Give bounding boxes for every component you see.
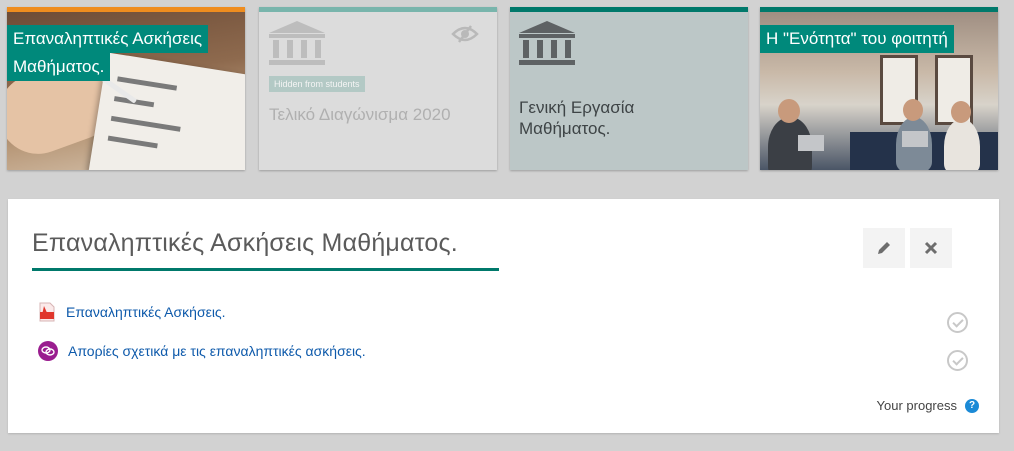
close-button[interactable] [910,228,952,268]
activity-row: Απορίες σχετικά με τις επαναληπτικές ασκ… [38,341,366,361]
section-panel: Επαναληπτικές Ασκήσεις Μαθήματος. Επαναλ… [8,199,999,433]
tile-topbar [760,7,998,12]
tile-title: Η "Ενότητα" του φοιτητή [760,25,954,53]
help-icon[interactable]: ? [965,398,979,413]
section-tile-1[interactable]: Επαναληπτικές Ασκήσεις Μαθήματος. [7,7,245,170]
hidden-badge: Hidden from students [269,76,365,92]
tile-photo-head [951,101,971,123]
tile-title-line-1: Επαναληπτικές Ασκήσεις [7,25,209,53]
section-tile-3[interactable]: Γενική Εργασία Μαθήματος. [510,7,748,170]
tile-photo-laptop [798,135,824,151]
tile-title-line-2: Μαθήματος. [7,53,111,81]
progress-label: Your progress [876,398,957,413]
tile-photo-person [944,119,980,170]
tile-photo-paper [88,52,245,170]
pdf-icon [39,302,55,322]
completion-checkbox[interactable] [947,312,968,333]
tile-title: Τελικό Διαγώνισμα 2020 [269,105,451,124]
eye-slash-icon [451,25,479,43]
bank-icon [519,21,575,65]
progress-indicator: Your progress ? [877,398,979,413]
edit-button[interactable] [863,228,905,268]
close-icon [924,241,938,255]
forum-icon [38,341,58,361]
pencil-icon [878,242,890,254]
activity-link[interactable]: Απορίες σχετικά με τις επαναληπτικές ασκ… [68,343,366,359]
bank-icon [269,21,325,65]
section-title: Επαναληπτικές Ασκήσεις Μαθήματος. [32,229,458,257]
tile-photo-head [778,99,800,123]
tile-title: Γενική Εργασία Μαθήματος. [519,98,635,138]
section-tile-4[interactable]: Η "Ενότητα" του φοιτητή [760,7,998,170]
title-underline [32,268,499,271]
completion-checkbox[interactable] [947,350,968,371]
tile-topbar [7,7,245,12]
tile-photo-laptop [902,131,928,147]
tile-topbar [510,7,748,12]
tile-photo-head [903,99,923,121]
activity-link[interactable]: Επαναληπτικές Ασκήσεις. [66,304,226,320]
section-tile-2[interactable]: Hidden from students Τελικό Διαγώνισμα 2… [259,7,497,170]
tile-topbar [259,7,497,12]
activity-row: Επαναληπτικές Ασκήσεις. [38,302,226,322]
